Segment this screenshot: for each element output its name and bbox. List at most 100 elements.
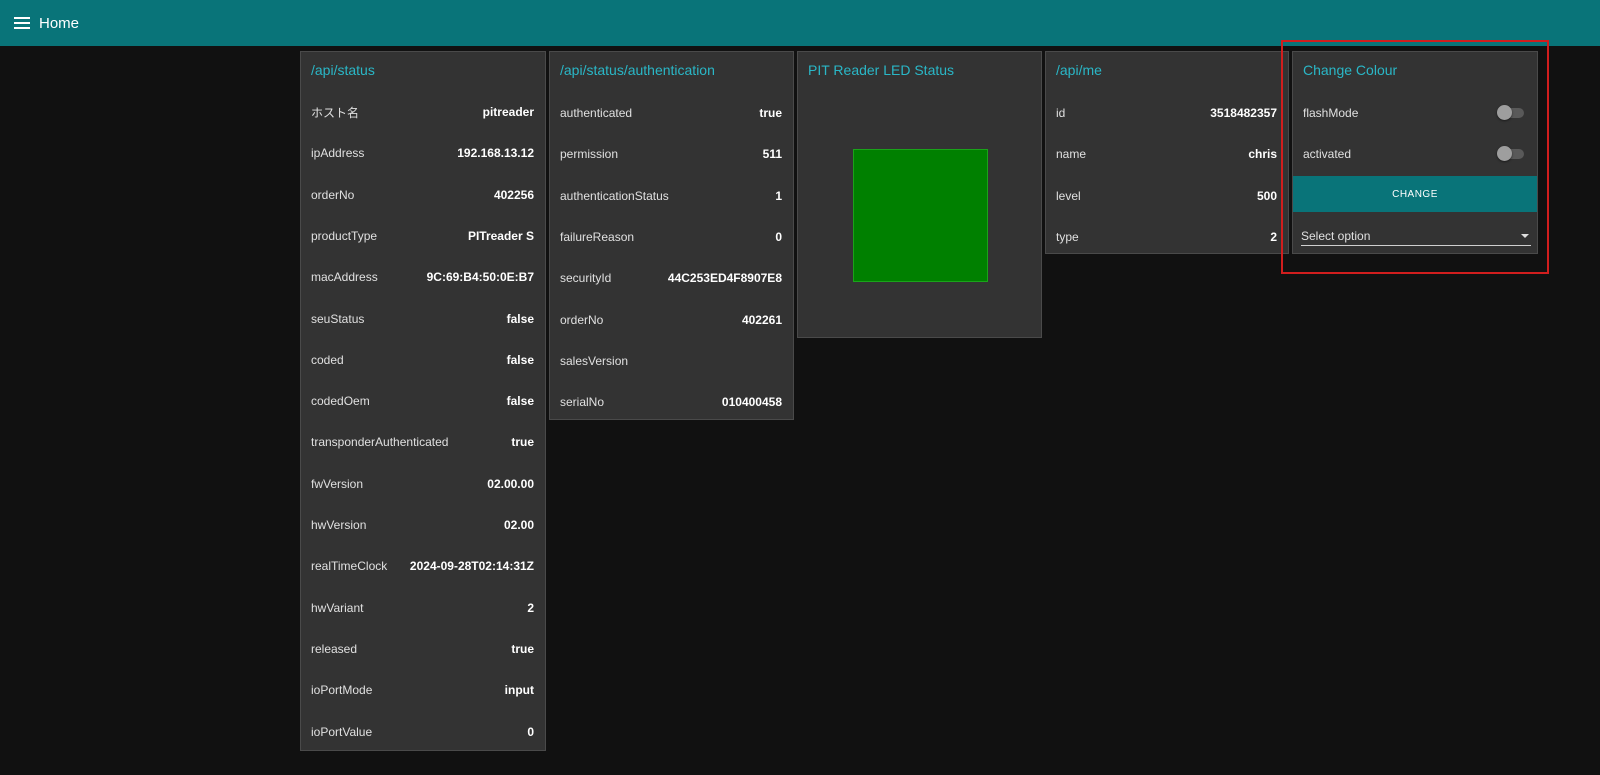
row-key: ipAddress: [311, 146, 365, 161]
key-value-row: hwVersion 02.00: [311, 515, 534, 535]
status-card-title: /api/status: [311, 62, 375, 78]
row-key: transponderAuthenticated: [311, 435, 449, 450]
row-value: 2: [527, 600, 534, 615]
activated-row: activated: [1303, 144, 1526, 164]
row-key: hwVariant: [311, 600, 364, 615]
row-value: 402256: [493, 187, 534, 202]
row-value: chris: [1248, 147, 1277, 162]
key-value-row: salesVersion: [560, 351, 782, 371]
led-status-card: PIT Reader LED Status: [797, 51, 1042, 338]
change-colour-card: Change Colour flashMode activated CHANGE…: [1292, 51, 1538, 254]
flash-mode-row: flashMode: [1303, 103, 1526, 123]
key-value-row: authenticated true: [560, 103, 782, 123]
colour-select-value: Select option: [1301, 228, 1371, 243]
key-value-row: coded false: [311, 350, 534, 370]
key-value-row: orderNo 402261: [560, 310, 782, 330]
row-key: macAddress: [311, 270, 378, 285]
row-key: codedOem: [311, 394, 370, 409]
row-value: true: [511, 641, 534, 656]
key-value-row: fwVersion 02.00.00: [311, 474, 534, 494]
key-value-row: ホスト名 pitreader: [311, 102, 534, 122]
row-key: name: [1056, 147, 1087, 162]
key-value-row: permission 511: [560, 144, 782, 164]
row-value: 192.168.13.12: [457, 146, 534, 161]
key-value-row: hwVariant 2: [311, 598, 534, 618]
row-key: type: [1056, 229, 1079, 244]
key-value-row: level 500: [1056, 186, 1277, 206]
key-value-row: authenticationStatus 1: [560, 186, 782, 206]
flash-mode-label: flashMode: [1303, 106, 1359, 120]
row-key: released: [311, 641, 358, 656]
row-value: pitreader: [482, 105, 534, 119]
top-app-bar: Home: [0, 0, 1600, 46]
key-value-row: seuStatus false: [311, 309, 534, 329]
row-value: 1: [775, 188, 782, 203]
row-key: orderNo: [560, 312, 604, 327]
key-value-row: productType PITreader S: [311, 226, 534, 246]
row-key: level: [1056, 188, 1081, 203]
led-status-card-title: PIT Reader LED Status: [808, 62, 955, 78]
row-value: 9C:69:B4:50:0E:B7: [426, 270, 534, 285]
authentication-card-title: /api/status/authentication: [560, 62, 715, 78]
flash-mode-toggle[interactable]: [1497, 105, 1524, 120]
row-key: authenticated: [560, 106, 633, 120]
activated-toggle[interactable]: [1497, 146, 1524, 161]
key-value-row: transponderAuthenticated true: [311, 432, 534, 452]
row-value: PITreader S: [467, 228, 534, 243]
change-colour-card-title: Change Colour: [1303, 62, 1398, 78]
led-indicator: [853, 149, 988, 282]
row-key: permission: [560, 147, 619, 162]
row-key: fwVersion: [311, 476, 364, 491]
row-key: failureReason: [560, 229, 635, 244]
row-value: 44C253ED4F8907E8: [667, 271, 782, 286]
key-value-row: id 3518482357: [1056, 103, 1277, 123]
key-value-row: realTimeClock 2024-09-28T02:14:31Z: [311, 556, 534, 576]
key-value-row: ioPortMode input: [311, 680, 534, 700]
row-key: salesVersion: [560, 353, 629, 368]
key-value-row: orderNo 402256: [311, 185, 534, 205]
colour-select-dropdown[interactable]: Select option: [1301, 226, 1531, 246]
row-key: serialNo: [560, 395, 605, 410]
key-value-row: released true: [311, 639, 534, 659]
row-value: false: [506, 394, 534, 409]
me-card-title: /api/me: [1056, 62, 1102, 78]
dropdown-arrow-icon: [1521, 233, 1529, 238]
row-value: 0: [775, 229, 782, 244]
row-key: ioPortValue: [311, 724, 373, 739]
key-value-row: codedOem false: [311, 391, 534, 411]
row-key: coded: [311, 352, 344, 367]
row-key: realTimeClock: [311, 559, 388, 574]
key-value-row: ipAddress 192.168.13.12: [311, 143, 534, 163]
row-key: authenticationStatus: [560, 188, 669, 203]
row-key: hwVersion: [311, 518, 367, 532]
row-key: orderNo: [311, 187, 355, 202]
row-value: 3518482357: [1210, 106, 1277, 120]
row-value: true: [759, 106, 782, 120]
menu-icon[interactable]: [14, 17, 30, 29]
key-value-row: type 2: [1056, 227, 1277, 247]
status-card: /api/status ホスト名 pitreader ipAddress 192.16…: [300, 51, 546, 751]
key-value-row: ioPortValue 0: [311, 722, 534, 742]
row-value: 02.00.00: [487, 476, 534, 491]
key-value-row: name chris: [1056, 144, 1277, 164]
key-value-row: serialNo 010400458: [560, 392, 782, 412]
me-card: /api/me id 3518482357 name chris level 500 typ…: [1045, 51, 1289, 254]
row-value: 02.00: [503, 518, 534, 532]
row-value: 511: [762, 147, 782, 162]
key-value-row: securityId 44C253ED4F8907E8: [560, 268, 782, 288]
page-title[interactable]: Home: [39, 15, 79, 32]
row-value: 2024-09-28T02:14:31Z: [409, 559, 534, 574]
row-value: 402261: [741, 312, 782, 327]
row-value: input: [504, 683, 534, 698]
key-value-row: macAddress 9C:69:B4:50:0E:B7: [311, 267, 534, 287]
row-key: ioPortMode: [311, 683, 373, 698]
row-value: 0: [527, 724, 534, 739]
row-value: true: [511, 435, 534, 450]
row-value: 010400458: [721, 395, 782, 410]
row-value: 500: [1256, 188, 1277, 203]
row-key: productType: [311, 228, 378, 243]
row-key: id: [1056, 106, 1066, 120]
row-key: seuStatus: [311, 311, 365, 326]
change-button[interactable]: CHANGE: [1293, 176, 1537, 212]
key-value-row: failureReason 0: [560, 227, 782, 247]
